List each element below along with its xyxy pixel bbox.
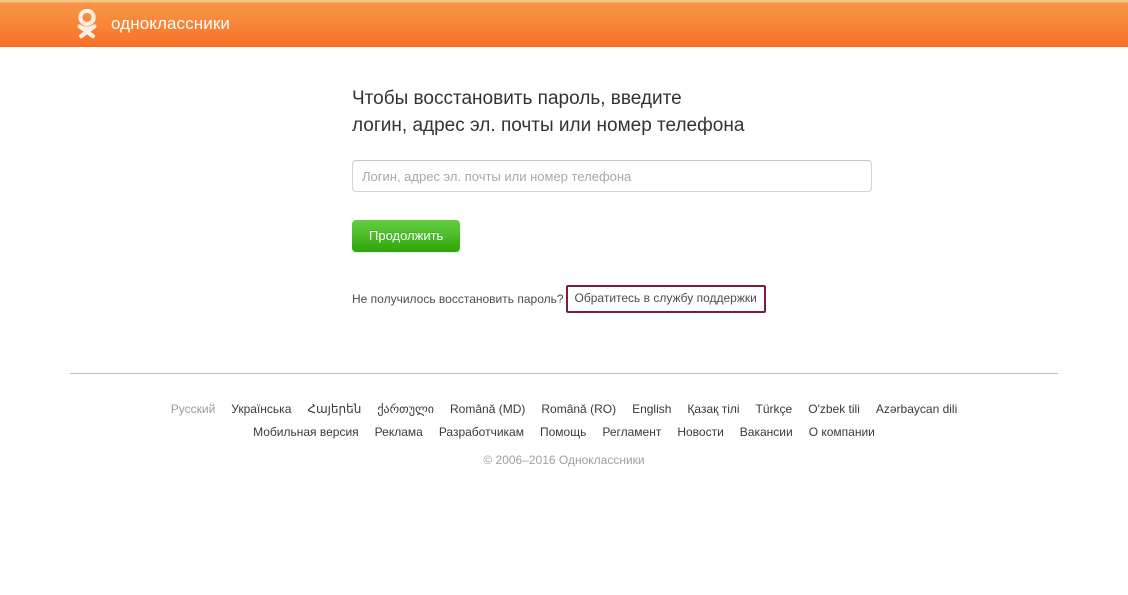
page-title-line-2: логин, адрес эл. почты или номер телефон… <box>352 115 745 136</box>
footer-link-вакансии[interactable]: Вакансии <box>732 424 801 440</box>
language-link-az-rbaycan-dili[interactable]: Azərbaycan dili <box>868 401 965 417</box>
copyright-text: © 2006–2016 Одноклассники <box>483 453 645 467</box>
footer-link-разработчикам[interactable]: Разработчикам <box>431 424 532 440</box>
language-link-қазақ-тілі[interactable]: Қазақ тілі <box>679 401 747 417</box>
recovery-field-row <box>352 160 1072 192</box>
site-header: одноклассники <box>0 0 1128 47</box>
page-title-line-1: Чтобы восстановить пароль, введите <box>352 88 682 109</box>
language-link-t-rk-e[interactable]: Türkçe <box>748 401 801 417</box>
submit-row: Продолжить <box>352 220 1072 252</box>
language-link-հայերեն[interactable]: Հայերեն <box>299 401 369 417</box>
recovery-form-block: Чтобы восстановить пароль, введите логин… <box>352 85 1072 313</box>
footer-link-мобильная-версия[interactable]: Мобильная версия <box>245 424 367 440</box>
language-link-rom-n-ro[interactable]: Română (RO) <box>533 401 624 417</box>
footer-link-регламент[interactable]: Регламент <box>594 424 669 440</box>
brand-name: одноклассники <box>111 13 230 33</box>
language-switcher: Русский Українська Հայերեն ქართული Română (M… <box>0 401 1128 417</box>
language-link-русский: Русский <box>170 402 216 416</box>
ok-logo-icon <box>72 8 102 39</box>
footer-link-помощь[interactable]: Помощь <box>532 424 594 440</box>
footer-link-новости[interactable]: Новости <box>669 424 731 440</box>
footer-links: Мобильная версия Реклама Разработчикам Помо… <box>0 424 1128 440</box>
language-link-english[interactable]: English <box>624 401 679 417</box>
language-link-rom-n-md[interactable]: Română (MD) <box>442 401 533 417</box>
header-inner: одноклассники <box>72 0 230 47</box>
contact-support-link[interactable]: Обратитесь в службу поддержки <box>575 291 757 305</box>
site-footer: Русский Українська Հայերեն ქართული Română (M… <box>0 373 1128 468</box>
support-link-highlight[interactable]: Обратитесь в службу поддержки <box>565 285 766 313</box>
footer-divider <box>70 373 1058 374</box>
continue-button[interactable]: Продолжить <box>352 220 461 252</box>
support-question-text: Не получилось восстановить пароль? <box>352 292 564 306</box>
language-link-o-zbek-tili[interactable]: O'zbek tili <box>800 401 868 417</box>
footer-link-реклама[interactable]: Реклама <box>367 424 431 440</box>
recovery-identifier-input[interactable] <box>352 160 872 192</box>
page-title: Чтобы восстановить пароль, введите логин… <box>352 85 1072 139</box>
language-link-українська[interactable]: Українська <box>223 401 299 417</box>
footer-link-о-компании[interactable]: О компании <box>801 424 883 440</box>
support-row: Не получилось восстановить пароль? Обрат… <box>352 285 1072 313</box>
language-link-ქართული[interactable]: ქართული <box>369 401 442 417</box>
brand-home-link[interactable]: одноклассники <box>72 8 230 39</box>
